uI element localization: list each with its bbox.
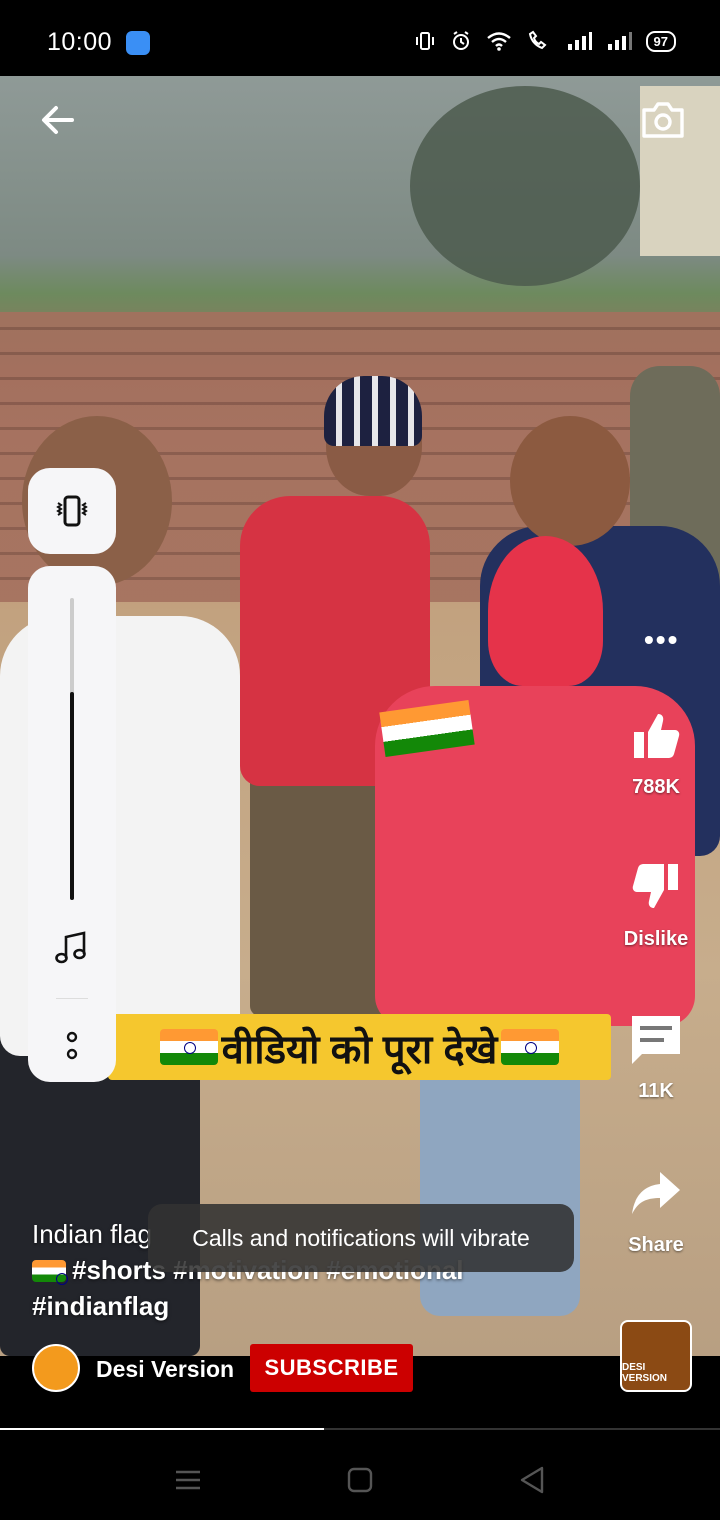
- battery-indicator: 97: [645, 30, 676, 52]
- sound-thumbnail-label: DESI VERSION: [622, 1362, 668, 1384]
- wifi-calling-icon: [528, 30, 547, 50]
- comments-button[interactable]: 11K: [608, 1012, 704, 1103]
- vibrate-status-icon: [415, 32, 434, 50]
- comment-icon: [632, 1016, 680, 1064]
- subscribe-button[interactable]: SUBSCRIBE: [250, 1344, 413, 1392]
- more-options-icon[interactable]: •••: [644, 624, 679, 656]
- music-note-icon[interactable]: [52, 928, 92, 968]
- app-notification-icon: [126, 31, 150, 55]
- playback-progress-fill: [0, 1428, 324, 1430]
- volume-panel: [28, 566, 116, 1082]
- share-icon: [632, 1172, 680, 1214]
- recent-apps-icon[interactable]: [168, 1460, 208, 1500]
- video-scene-person: [488, 536, 603, 686]
- like-button[interactable]: 788K: [608, 708, 704, 799]
- system-nav-bar: [0, 1440, 720, 1520]
- arrow-left-icon[interactable]: [36, 98, 80, 142]
- ringer-mode-button[interactable]: [28, 468, 116, 554]
- status-bar: 10:00 97: [0, 0, 720, 76]
- comments-count: 11K: [638, 1080, 674, 1102]
- status-time: 10:00: [47, 28, 113, 56]
- signal-icon-1: [567, 32, 592, 50]
- volume-slider-fill: [70, 691, 74, 900]
- video-scene-tree: [410, 86, 640, 286]
- status-icons: 97: [414, 30, 676, 52]
- sound-thumbnail[interactable]: DESI VERSION: [620, 1320, 692, 1392]
- dislike-button[interactable]: Dislike: [608, 860, 704, 951]
- share-label: Share: [628, 1234, 684, 1256]
- more-icon[interactable]: [64, 1028, 80, 1064]
- channel-avatar[interactable]: [32, 1344, 80, 1392]
- vibrate-icon: [56, 495, 88, 527]
- alarm-icon: [452, 31, 469, 50]
- volume-divider: [56, 998, 88, 999]
- camera-icon[interactable]: [640, 98, 686, 142]
- channel-name[interactable]: Desi Version: [96, 1356, 234, 1383]
- signal-icon-2: [607, 32, 632, 50]
- vibrate-toast: Calls and notifications will vibrate: [148, 1204, 574, 1272]
- like-count: 788K: [632, 776, 680, 798]
- channel-bar: Desi Version SUBSCRIBE: [0, 1340, 720, 1400]
- video-caption-banner: वीडियो को पूरा देखे: [108, 1014, 611, 1080]
- playback-progress-bar[interactable]: [0, 1428, 720, 1430]
- caption-text: वीडियो को पूरा देखे: [221, 1027, 498, 1072]
- wifi-icon: [486, 32, 511, 51]
- dislike-label: Dislike: [623, 928, 689, 950]
- thumbs-up-icon: [634, 714, 680, 758]
- video-scene-person: [510, 416, 630, 546]
- home-icon[interactable]: [340, 1460, 380, 1500]
- indian-flag-icon: [32, 1260, 68, 1285]
- thumbs-down-icon: [632, 864, 678, 908]
- back-icon[interactable]: [512, 1460, 552, 1500]
- volume-slider[interactable]: [70, 598, 74, 900]
- hashtag-line-2[interactable]: #indianflag: [32, 1288, 532, 1324]
- video-scene-person: [324, 376, 422, 446]
- indian-flag-icon: [501, 1029, 560, 1065]
- share-button[interactable]: Share: [608, 1166, 704, 1257]
- indian-flag-icon: [159, 1029, 218, 1065]
